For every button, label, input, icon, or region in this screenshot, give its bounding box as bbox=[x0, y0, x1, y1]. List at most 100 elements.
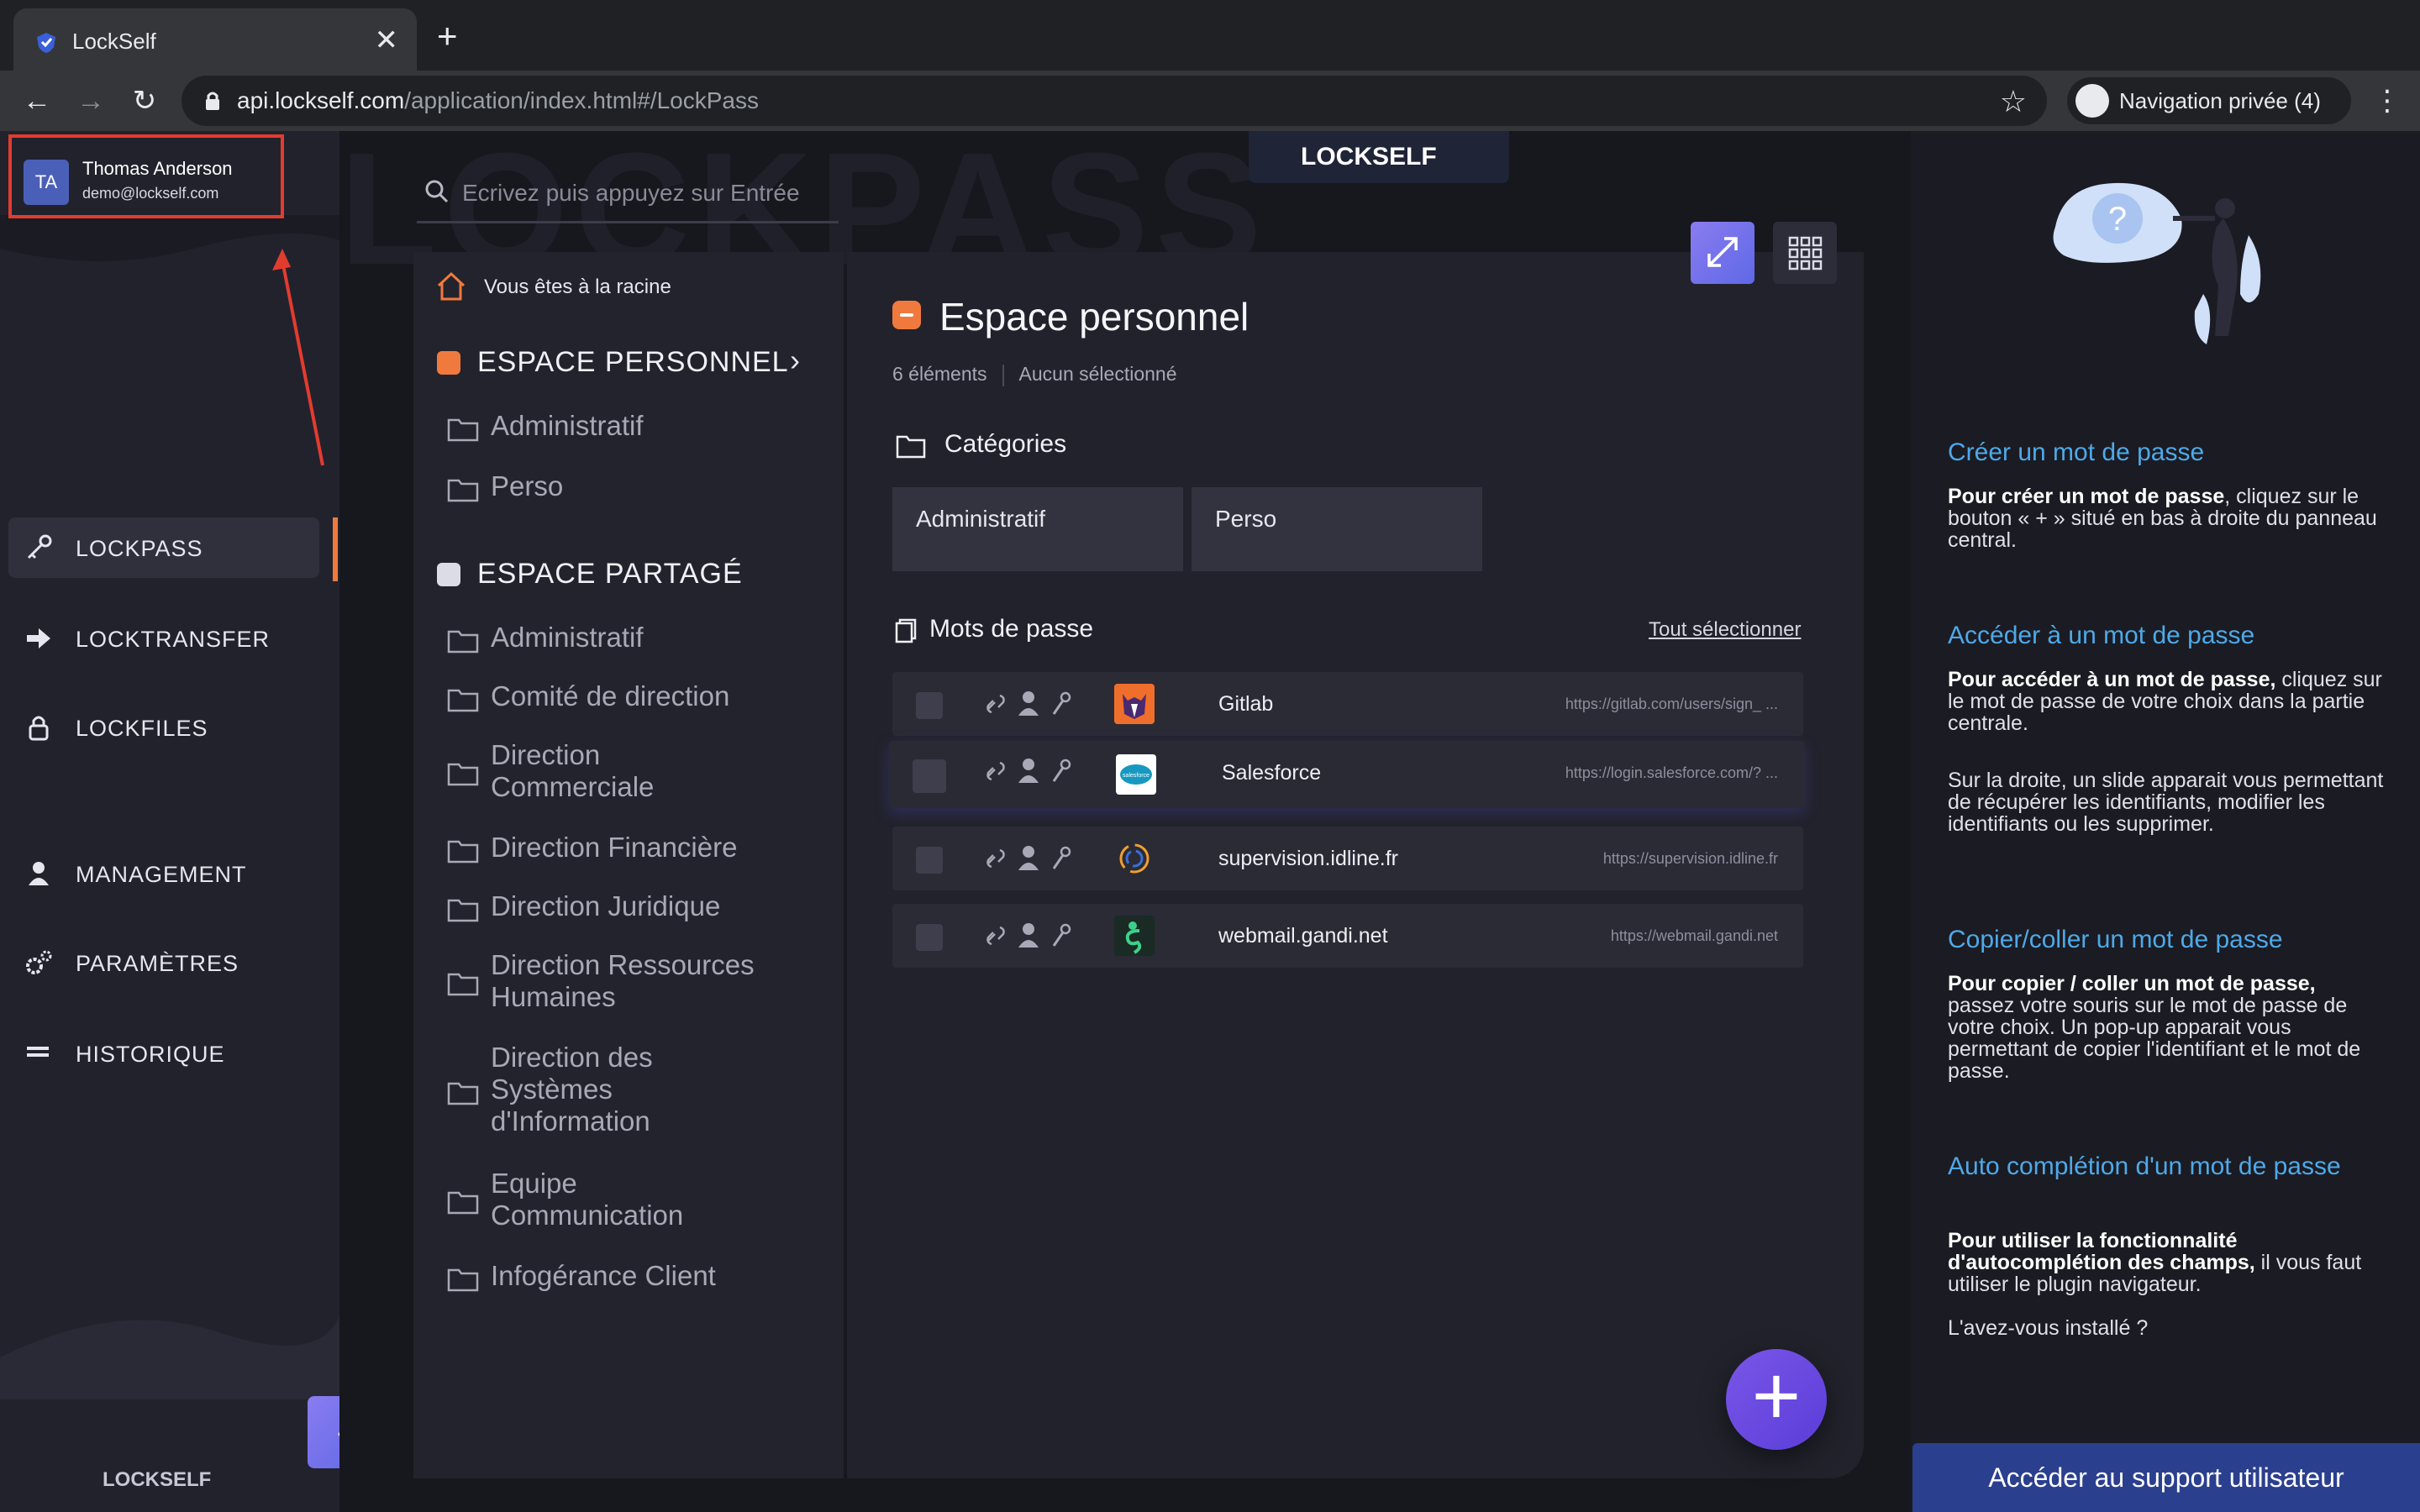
search-input[interactable] bbox=[462, 176, 832, 210]
folder-icon bbox=[447, 630, 479, 654]
password-row[interactable]: salesforce Salesforce https://login.sale… bbox=[889, 741, 1805, 808]
idline-logo bbox=[1119, 843, 1150, 874]
folder-icon bbox=[447, 840, 479, 864]
padlock-icon bbox=[206, 92, 219, 110]
folder-icon bbox=[447, 763, 479, 786]
password-row[interactable]: Gitlab https://gitlab.com/users/sign_ ..… bbox=[892, 672, 1803, 736]
grid-view-button[interactable] bbox=[1773, 222, 1837, 284]
avatar: TA bbox=[24, 160, 69, 205]
forward-arrow-icon[interactable]: → bbox=[72, 82, 109, 119]
sidebar-item-historique[interactable]: HISTORIQUE bbox=[8, 1023, 319, 1084]
help-text: Pour accéder à un mot de passe, cliquez … bbox=[1948, 668, 2382, 735]
search-bar[interactable] bbox=[417, 165, 839, 223]
expand-button[interactable] bbox=[1691, 222, 1754, 284]
sidebar-item-label: LOCKFILES bbox=[76, 716, 208, 741]
password-name: Salesforce bbox=[1222, 761, 1322, 785]
close-tab-icon[interactable]: ✕ bbox=[375, 24, 399, 57]
sidebar-item-lockpass[interactable]: LOCKPASS bbox=[8, 517, 319, 578]
browser-tab[interactable]: LockSelf ✕ bbox=[13, 8, 417, 71]
lockself-favicon-icon bbox=[37, 33, 55, 53]
password-url: https://gitlab.com/users/sign_ ... bbox=[1565, 696, 1778, 712]
folder-label: Direction Financière bbox=[491, 832, 738, 863]
expand-icon bbox=[1707, 237, 1738, 267]
sidebar-item-label: PARAMÈTRES bbox=[76, 951, 239, 976]
row-checkbox[interactable] bbox=[916, 847, 943, 874]
browser-menu-icon[interactable]: ⋮ bbox=[2373, 84, 2402, 118]
user-icon bbox=[29, 862, 49, 885]
item-count: 6 éléments bbox=[892, 363, 987, 385]
user-profile-card[interactable]: TA Thomas Anderson demo@lockself.com bbox=[8, 134, 284, 218]
active-indicator bbox=[333, 517, 338, 581]
reload-icon[interactable]: ↻ bbox=[126, 82, 163, 119]
bookmark-star-icon[interactable]: ☆ bbox=[2000, 84, 2027, 119]
root-label: Vous êtes à la racine bbox=[484, 276, 671, 298]
svg-text:salesforce: salesforce bbox=[1123, 773, 1150, 779]
row-actions-icon[interactable] bbox=[983, 843, 1076, 874]
folder-icon bbox=[896, 435, 926, 459]
folder-icon bbox=[447, 1191, 479, 1215]
support-button[interactable]: Accéder au support utilisateur bbox=[1912, 1443, 2420, 1512]
password-row[interactable]: webmail.gandi.net https://webmail.gandi.… bbox=[892, 904, 1803, 968]
url-text[interactable]: api.lockself.com/application/index.html#… bbox=[237, 87, 759, 114]
sidebar-item-lockfiles[interactable]: LOCKFILES bbox=[8, 697, 319, 758]
category-tile[interactable]: Administratif bbox=[892, 487, 1183, 571]
folder-label: Direction Ressources Humaines bbox=[491, 949, 755, 1012]
password-name: Gitlab bbox=[1218, 692, 1274, 716]
back-arrow-icon[interactable]: ← bbox=[18, 82, 55, 119]
chevron-right-icon[interactable]: › bbox=[790, 343, 800, 378]
row-actions-icon[interactable] bbox=[983, 921, 1076, 951]
sidebar-item-label: MANAGEMENT bbox=[76, 862, 247, 887]
gear-icon bbox=[26, 950, 52, 974]
folder-label: Comité de direction bbox=[491, 680, 730, 711]
selection-summary: 6 éléments Aucun sélectionné bbox=[892, 363, 1176, 386]
folder-icon bbox=[447, 1268, 479, 1292]
row-checkbox[interactable] bbox=[916, 692, 943, 719]
sidebar-item-parametres[interactable]: PARAMÈTRES bbox=[8, 932, 319, 993]
sidebar-item-locktransfer[interactable]: LOCKTRANSFER bbox=[8, 608, 319, 669]
password-row[interactable]: supervision.idline.fr https://supervisio… bbox=[892, 827, 1803, 890]
help-illustration: ? bbox=[2053, 182, 2261, 344]
folder-label: Direction Juridique bbox=[491, 890, 721, 921]
clipboard-icon bbox=[895, 618, 917, 643]
folder-label: Infogérance Client bbox=[491, 1260, 716, 1291]
folder-label: Perso bbox=[491, 470, 564, 501]
svg-text:?: ? bbox=[2108, 201, 2127, 238]
personal-space-badge bbox=[892, 301, 921, 329]
help-text: Sur la droite, un slide apparait vous pe… bbox=[1948, 769, 2384, 836]
lock-icon bbox=[29, 716, 49, 741]
gitlab-logo bbox=[1114, 684, 1155, 724]
help-link-create[interactable]: Créer un mot de passe bbox=[1948, 437, 2385, 469]
folder-icon bbox=[447, 973, 479, 996]
folder-label: Administratif bbox=[491, 410, 644, 441]
list-icon bbox=[27, 1047, 49, 1057]
grid-icon bbox=[1788, 236, 1823, 270]
category-tile[interactable]: Perso bbox=[1192, 487, 1482, 571]
user-name: Thomas Anderson bbox=[82, 158, 233, 179]
folder-label: Administratif bbox=[491, 622, 644, 653]
row-actions-icon[interactable] bbox=[983, 689, 1076, 719]
folder-tree-panel: Vous êtes à la racine ESPACE PERSONNEL ›… bbox=[413, 252, 844, 1478]
sidebar-bottom-wave bbox=[0, 1315, 339, 1399]
select-all-link[interactable]: Tout sélectionner bbox=[1649, 618, 1801, 642]
incognito-label: Navigation privée (4) bbox=[2119, 88, 2321, 113]
sidebar-item-label: HISTORIQUE bbox=[76, 1042, 225, 1067]
help-link-autocomplete[interactable]: Auto complétion d'un mot de passe bbox=[1948, 1151, 2368, 1183]
row-checkbox[interactable] bbox=[913, 759, 946, 793]
annotation-arrow bbox=[272, 249, 324, 466]
folder-icon bbox=[447, 479, 479, 502]
incognito-indicator[interactable]: Navigation privée (4) bbox=[2067, 77, 2351, 124]
help-text: L'avez-vous installé ? bbox=[1948, 1316, 2149, 1340]
incognito-icon bbox=[2075, 84, 2109, 118]
sidebar-item-management[interactable]: MANAGEMENT bbox=[8, 843, 319, 904]
folder-icon bbox=[447, 899, 479, 922]
add-password-button[interactable]: + bbox=[1726, 1349, 1827, 1450]
row-actions-icon[interactable] bbox=[983, 756, 1076, 786]
help-link-copy[interactable]: Copier/coller un mot de passe bbox=[1948, 924, 2385, 956]
new-tab-button[interactable]: + bbox=[437, 18, 458, 54]
row-checkbox[interactable] bbox=[916, 924, 943, 951]
password-url: https://supervision.idline.fr bbox=[1602, 850, 1778, 867]
folder-icon bbox=[447, 1082, 479, 1105]
personal-space-badge bbox=[437, 351, 460, 375]
help-link-access[interactable]: Accéder à un mot de passe bbox=[1948, 620, 2385, 652]
folder-label: Equipe Communication bbox=[491, 1168, 684, 1231]
